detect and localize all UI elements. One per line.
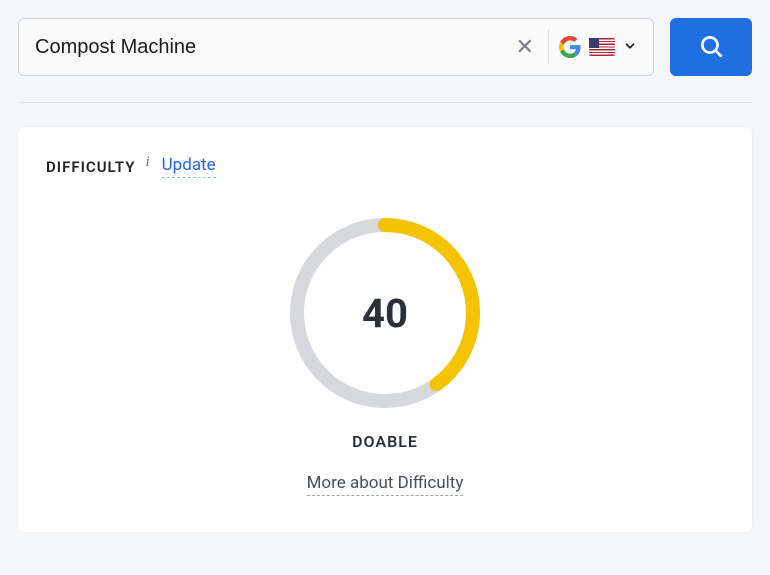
gauge-label: DOABLE: [352, 432, 418, 451]
google-icon: [559, 36, 581, 58]
update-link[interactable]: Update: [162, 155, 216, 178]
info-icon[interactable]: i: [145, 154, 149, 171]
search-box: ✕: [18, 18, 654, 76]
more-about-link[interactable]: More about Difficulty: [307, 473, 464, 496]
search-icon: [698, 33, 724, 62]
difficulty-gauge: 40: [286, 214, 484, 412]
close-icon: ✕: [516, 34, 534, 59]
difficulty-card: DIFFICULTY i Update 40 DOABLE More about…: [18, 127, 752, 532]
search-button[interactable]: [670, 18, 752, 76]
clear-button[interactable]: ✕: [506, 36, 544, 58]
chevron-down-icon: [623, 38, 637, 57]
divider: [548, 30, 549, 64]
gauge-value: 40: [286, 214, 484, 412]
search-input[interactable]: [35, 36, 506, 59]
card-title: DIFFICULTY: [46, 158, 135, 176]
card-header: DIFFICULTY i Update: [46, 155, 724, 178]
search-row: ✕: [0, 0, 770, 94]
engine-selector[interactable]: [559, 36, 637, 58]
gauge-section: 40 DOABLE More about Difficulty: [46, 214, 724, 496]
divider: [18, 102, 752, 103]
us-flag-icon: [589, 38, 615, 56]
